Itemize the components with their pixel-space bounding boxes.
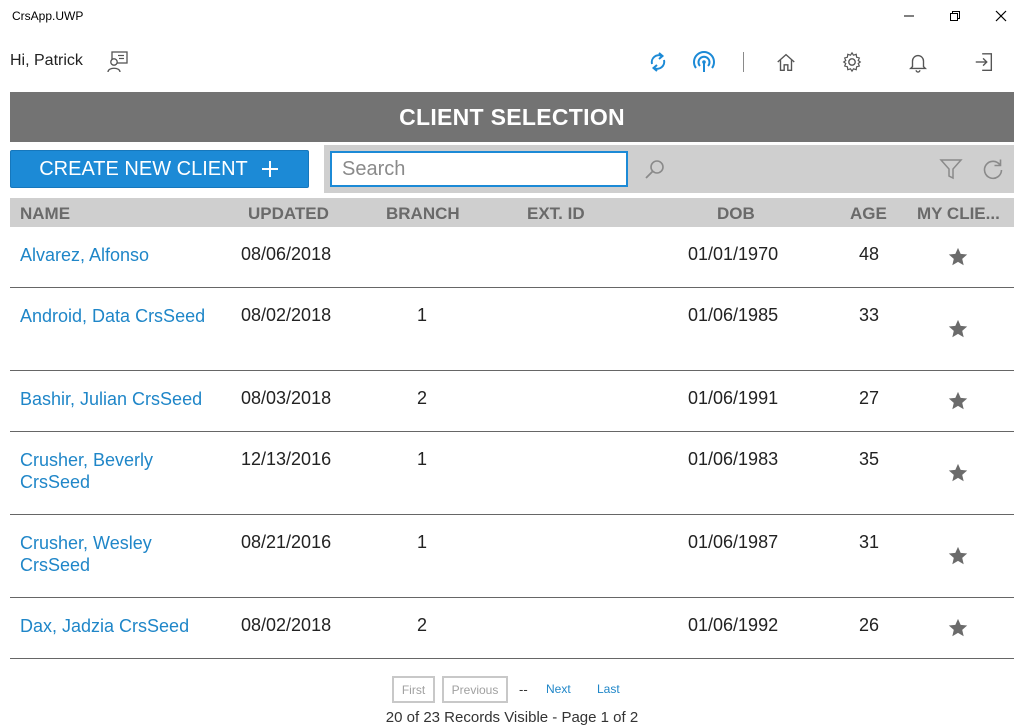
age-cell: 33 <box>858 305 880 325</box>
star-icon[interactable] <box>946 616 970 640</box>
home-icon <box>777 53 795 71</box>
dob-cell: 01/01/1970 <box>688 244 779 264</box>
page-title: CLIENT SELECTION <box>399 103 625 130</box>
search-icon <box>645 160 664 179</box>
user-greeting: Hi, Patrick <box>10 52 83 69</box>
pager-next-link[interactable]: Next <box>546 682 571 696</box>
pager-separator: -- <box>519 682 528 697</box>
age-cell: 31 <box>858 532 880 552</box>
pager-previous-button[interactable]: Previous <box>442 676 508 703</box>
client-name-link[interactable]: Crusher, Beverly CrsSeed <box>20 449 220 493</box>
star-icon[interactable] <box>946 245 970 269</box>
minimize-icon <box>904 15 914 17</box>
sync-button[interactable] <box>642 46 674 78</box>
gear-icon <box>842 51 862 73</box>
column-header-age[interactable]: AGE <box>850 204 887 224</box>
age-cell: 48 <box>858 244 880 264</box>
client-name-link[interactable]: Crusher, Wesley CrsSeed <box>20 532 220 576</box>
table-row[interactable]: Alvarez, Alfonso 08/06/2018 01/01/1970 4… <box>10 227 1014 288</box>
star-icon[interactable] <box>946 317 970 341</box>
title-bar: CrsApp.UWP <box>0 0 1024 32</box>
star-icon[interactable] <box>946 389 970 413</box>
table-row[interactable]: Crusher, Beverly CrsSeed 12/13/2016 1 01… <box>10 432 1014 515</box>
create-new-client-button[interactable]: CREATE NEW CLIENT <box>10 150 309 188</box>
dob-cell: 01/06/1992 <box>688 615 779 635</box>
profile-button[interactable] <box>101 46 133 78</box>
column-header-branch[interactable]: BRANCH <box>386 204 460 224</box>
table-row[interactable]: Crusher, Wesley CrsSeed 08/21/2016 1 01/… <box>10 515 1014 598</box>
close-button[interactable] <box>978 0 1024 32</box>
branch-cell: 2 <box>416 615 427 635</box>
age-cell: 35 <box>858 449 880 469</box>
refresh-button[interactable] <box>978 154 1008 184</box>
dob-cell: 01/06/1983 <box>688 449 779 469</box>
dob-cell: 01/06/1985 <box>688 305 779 325</box>
settings-button[interactable] <box>836 46 868 78</box>
branch-cell: 1 <box>416 305 427 325</box>
pager-last-link[interactable]: Last <box>597 682 620 696</box>
age-cell: 27 <box>858 388 880 408</box>
branch-cell: 1 <box>416 449 427 469</box>
notifications-button[interactable] <box>902 46 934 78</box>
page-header: CLIENT SELECTION <box>10 92 1014 142</box>
home-button[interactable] <box>770 46 802 78</box>
branch-cell: 1 <box>416 532 427 552</box>
search-panel <box>324 145 1014 193</box>
pager-status: 20 of 23 Records Visible - Page 1 of 2 <box>385 709 639 726</box>
column-header-name[interactable]: NAME <box>20 204 70 224</box>
dob-cell: 01/06/1991 <box>688 388 779 408</box>
table-row[interactable]: Dax, Jadzia CrsSeed 08/02/2018 2 01/06/1… <box>10 598 1014 659</box>
logout-icon <box>975 53 993 71</box>
app-title: CrsApp.UWP <box>12 9 84 23</box>
table-header: NAME UPDATED BRANCH EXT. ID DOB AGE MY C… <box>10 198 1014 227</box>
age-cell: 26 <box>858 615 880 635</box>
user-chat-icon <box>107 51 128 73</box>
star-icon[interactable] <box>946 544 970 568</box>
close-icon <box>995 10 1007 22</box>
column-header-updated[interactable]: UPDATED <box>248 204 329 224</box>
updated-cell: 08/06/2018 <box>241 244 332 264</box>
table-row[interactable]: Bashir, Julian CrsSeed 08/03/2018 2 01/0… <box>10 371 1014 432</box>
pager-first-button[interactable]: First <box>392 676 435 703</box>
refresh-icon <box>983 159 1003 180</box>
create-new-client-label: CREATE NEW CLIENT <box>39 157 248 180</box>
client-name-link[interactable]: Alvarez, Alfonso <box>20 244 220 266</box>
search-input[interactable] <box>330 151 628 187</box>
minimize-button[interactable] <box>886 0 932 32</box>
restore-icon <box>950 11 960 21</box>
star-icon[interactable] <box>946 461 970 485</box>
restore-button[interactable] <box>932 0 978 32</box>
updated-cell: 08/02/2018 <box>241 615 332 635</box>
plus-icon <box>260 159 280 179</box>
filter-icon <box>939 159 963 180</box>
updated-cell: 08/21/2016 <box>241 532 332 552</box>
filter-button[interactable] <box>936 154 966 184</box>
logout-button[interactable] <box>968 46 1000 78</box>
sync-icon <box>650 52 666 72</box>
updated-cell: 12/13/2016 <box>241 449 332 469</box>
dob-cell: 01/06/1987 <box>688 532 779 552</box>
client-name-link[interactable]: Android, Data CrsSeed <box>20 305 220 327</box>
column-header-ext-id[interactable]: EXT. ID <box>527 204 585 224</box>
column-header-dob[interactable]: DOB <box>717 204 755 224</box>
broadcast-button[interactable] <box>688 46 720 78</box>
column-header-my-client[interactable]: MY CLIE... <box>917 204 1000 224</box>
branch-cell: 2 <box>416 388 427 408</box>
broadcast-icon <box>693 51 715 72</box>
toolbar-divider <box>743 52 744 72</box>
bell-icon <box>909 54 927 73</box>
updated-cell: 08/03/2018 <box>241 388 332 408</box>
table-row[interactable]: Android, Data CrsSeed 08/02/2018 1 01/06… <box>10 288 1014 371</box>
updated-cell: 08/02/2018 <box>241 305 332 325</box>
search-button[interactable] <box>640 154 670 184</box>
